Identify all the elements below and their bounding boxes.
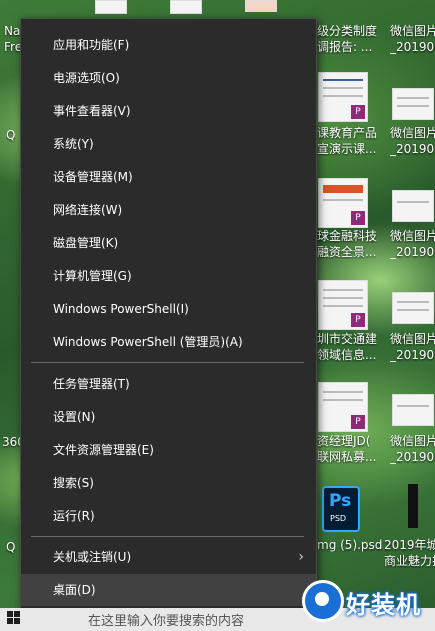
chevron-right-icon: › [298,549,304,565]
file-thumbnail[interactable]: P [318,72,368,122]
menu-item-search[interactable]: 搜索(S) [21,467,316,499]
menu-item-power-options[interactable]: 电源选项(O) [21,62,316,94]
menu-item-system[interactable]: 系统(Y) [21,128,316,160]
menu-item-disk-management[interactable]: 磁盘管理(K) [21,227,316,259]
file-thumbnail[interactable] [170,0,202,14]
watermark-logo: 好装机 [296,575,435,627]
desktop-icon-label[interactable]: _2019090 [390,450,435,464]
desktop-icon-label[interactable]: 融资全景... [317,245,376,259]
desktop-icon-label[interactable]: mg (5).psd [317,538,382,552]
menu-item-powershell-admin[interactable]: Windows PowerShell (管理员)(A) [21,326,316,358]
desktop-icon-label[interactable]: 球金融科技 [317,229,377,243]
watermark-text: 好装机 [346,591,421,619]
photoshop-icon[interactable]: Ps PSD [322,486,360,532]
desktop-icon-label[interactable]: _2019071 [390,142,435,156]
desktop-icon-label[interactable]: 微信图片 [390,126,435,140]
file-thumbnail[interactable] [392,292,434,324]
desktop-icon-label[interactable]: 2019年城 [384,538,435,552]
file-thumbnail[interactable]: P [318,178,368,228]
file-thumbnail[interactable] [95,0,127,14]
desktop-icon-label[interactable]: 微信图片 [390,434,435,448]
menu-separator [31,536,304,537]
desktop-icon-label[interactable]: 微信图片 [390,229,435,243]
desktop-icon-label[interactable]: Q [6,128,15,142]
watermark-circle-icon [302,580,344,622]
file-thumbnail[interactable] [392,394,434,426]
desktop-icon-label[interactable]: 资经理JD( [317,434,370,448]
file-thumbnail[interactable]: P [318,280,368,330]
file-thumbnail[interactable] [245,0,277,12]
powerpoint-icon: P [351,211,365,225]
menu-item-computer-management[interactable]: 计算机管理(G) [21,260,316,292]
desktop-icon-label[interactable]: _2019090 [390,245,435,259]
menu-item-label: 关机或注销(U) [53,550,132,564]
menu-item-run[interactable]: 运行(R) [21,500,316,532]
desktop-icon-label[interactable]: 调报告: ... [317,40,372,54]
desktop-icon-label[interactable]: Q [6,540,15,554]
winx-context-menu: 应用和功能(F) 电源选项(O) 事件查看器(V) 系统(Y) 设备管理器(M)… [20,18,317,610]
desktop-icon-label[interactable]: 宣演示课... [317,142,376,156]
desktop-icon-label[interactable]: Na [4,24,20,38]
file-thumbnail[interactable] [408,484,418,528]
menu-item-file-explorer[interactable]: 文件资源管理器(E) [21,434,316,466]
desktop-icon-label[interactable]: 联网私募... [317,450,376,464]
powerpoint-icon: P [351,105,365,119]
menu-item-device-manager[interactable]: 设备管理器(M) [21,161,316,193]
desktop-icon-label[interactable]: 领域信息... [317,348,376,362]
desktop-icon-label[interactable]: 微信图片 [390,332,435,346]
desktop-icon-label[interactable]: 商业魅力排 [384,554,435,568]
menu-item-event-viewer[interactable]: 事件查看器(V) [21,95,316,127]
desktop-icon-label[interactable]: _2019060 [390,40,435,54]
menu-item-shutdown-signout[interactable]: 关机或注销(U) › [21,541,316,573]
menu-item-desktop[interactable]: 桌面(D) [21,574,316,606]
photoshop-logo-text: Ps [329,491,352,511]
windows-start-icon[interactable] [6,608,22,628]
file-thumbnail[interactable] [392,190,434,222]
desktop-icon-label[interactable]: _2019090 [390,348,435,362]
menu-item-powershell[interactable]: Windows PowerShell(I) [21,293,316,325]
desktop-icon-label[interactable]: 圳市交通建 [317,332,377,346]
desktop-icon-label[interactable]: 课教育产品 [317,126,377,140]
taskbar-search-input[interactable]: 在这里输入你要搜索的内容 [88,610,244,629]
photoshop-badge-text: PSD [330,514,347,523]
desktop-icon-label[interactable]: 级分类制度 [317,24,377,38]
menu-item-network-connections[interactable]: 网络连接(W) [21,194,316,226]
menu-separator [31,362,304,363]
menu-item-apps-features[interactable]: 应用和功能(F) [21,29,316,61]
powerpoint-icon: P [351,313,365,327]
file-thumbnail[interactable] [392,88,434,120]
menu-item-settings[interactable]: 设置(N) [21,401,316,433]
file-thumbnail[interactable]: P [318,382,368,432]
powerpoint-icon: P [351,415,365,429]
desktop-icon-label[interactable]: 微信图片 [390,24,435,38]
menu-item-task-manager[interactable]: 任务管理器(T) [21,368,316,400]
